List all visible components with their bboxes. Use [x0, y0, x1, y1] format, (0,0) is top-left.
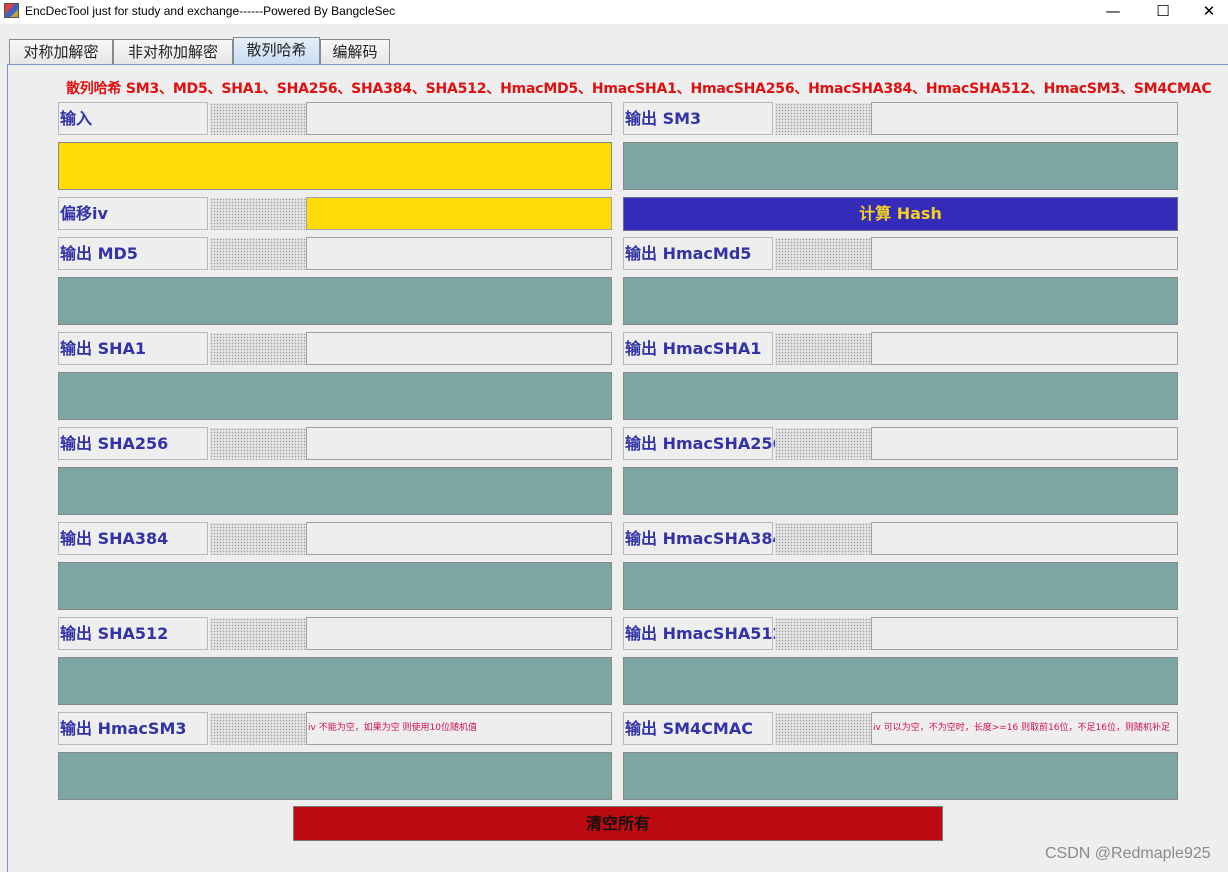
calculate-hash-button[interactable]: 计算 Hash	[623, 197, 1178, 231]
title-bar: EncDecTool just for study and exchange--…	[0, 0, 1228, 24]
sm4cmac-format-selector[interactable]	[775, 713, 871, 745]
hmacsha512-label: 输出 HmacSHA512	[623, 617, 784, 650]
tab-hash[interactable]: 散列哈希	[233, 37, 320, 65]
hmacsha256-output[interactable]	[623, 467, 1178, 515]
hmacsha256-row: 输出 HmacSHA256	[623, 427, 1178, 460]
sha1-format-selector[interactable]	[210, 333, 306, 365]
iv-input[interactable]	[306, 197, 612, 230]
watermark: CSDN @Redmaple925	[1045, 845, 1211, 862]
close-button[interactable]: ✕	[1186, 0, 1228, 24]
hmacmd5-format-selector[interactable]	[775, 238, 871, 270]
hmacsha384-option-field[interactable]	[871, 522, 1178, 555]
sha384-row: 输出 SHA384	[58, 522, 612, 555]
sha384-label: 输出 SHA384	[58, 522, 208, 555]
hmacmd5-label: 输出 HmacMd5	[623, 237, 773, 270]
input-label: 输入	[58, 102, 208, 135]
sm3-option-field[interactable]	[871, 102, 1178, 135]
md5-row: 输出 MD5	[58, 237, 612, 270]
sha256-format-selector[interactable]	[210, 428, 306, 460]
hmacmd5-row: 输出 HmacMd5	[623, 237, 1178, 270]
hmacsha1-format-selector[interactable]	[775, 333, 871, 365]
md5-label: 输出 MD5	[58, 237, 208, 270]
input-textarea[interactable]	[58, 142, 612, 190]
sha384-output[interactable]	[58, 562, 612, 610]
sm3-label: 输出 SM3	[623, 102, 773, 135]
md5-format-selector[interactable]	[210, 238, 306, 270]
iv-row: 偏移iv	[58, 197, 612, 230]
sha256-option-field[interactable]	[306, 427, 612, 460]
sha256-output[interactable]	[58, 467, 612, 515]
sm3-row: 输出 SM3	[623, 102, 1178, 135]
iv-format-selector[interactable]	[210, 198, 306, 230]
hmacsha384-format-selector[interactable]	[775, 523, 871, 555]
clear-all-button[interactable]: 清空所有	[293, 806, 943, 841]
hmacsha512-row: 输出 HmacSHA512	[623, 617, 1178, 650]
sha1-output[interactable]	[58, 372, 612, 420]
hmacsha384-row: 输出 HmacSHA384	[623, 522, 1178, 555]
window-title: EncDecTool just for study and exchange--…	[25, 4, 396, 18]
hmacsha512-option-field[interactable]	[871, 617, 1178, 650]
sha384-format-selector[interactable]	[210, 523, 306, 555]
sha384-option-field[interactable]	[306, 522, 612, 555]
sha512-label: 输出 SHA512	[58, 617, 208, 650]
sha256-row: 输出 SHA256	[58, 427, 612, 460]
hmacsha256-label: 输出 HmacSHA256	[623, 427, 784, 460]
iv-label: 偏移iv	[58, 197, 208, 230]
sha1-row: 输出 SHA1	[58, 332, 612, 365]
hmacsm3-row: 输出 HmacSM3 iv 不能为空，如果为空 则使用10位随机值	[58, 712, 612, 745]
sha512-option-field[interactable]	[306, 617, 612, 650]
hmacsm3-iv-note: iv 不能为空，如果为空 则使用10位随机值	[306, 712, 612, 745]
hmacsha512-format-selector[interactable]	[775, 618, 871, 650]
sm3-output[interactable]	[623, 142, 1178, 190]
sha512-output[interactable]	[58, 657, 612, 705]
hmacmd5-output[interactable]	[623, 277, 1178, 325]
hmacsm3-output[interactable]	[58, 752, 612, 800]
hmacsm3-format-selector[interactable]	[210, 713, 306, 745]
sm3-format-selector[interactable]	[775, 103, 871, 135]
hmacsha1-option-field[interactable]	[871, 332, 1178, 365]
hmacsha384-output[interactable]	[623, 562, 1178, 610]
hmacsha512-output[interactable]	[623, 657, 1178, 705]
minimize-button[interactable]: —	[1090, 0, 1136, 24]
tab-encoding[interactable]: 编解码	[320, 39, 390, 65]
input-format-selector[interactable]	[210, 103, 306, 135]
hmacmd5-option-field[interactable]	[871, 237, 1178, 270]
sha256-label: 输出 SHA256	[58, 427, 208, 460]
maximize-button[interactable]: ☐	[1140, 0, 1186, 24]
app-icon	[4, 3, 19, 18]
md5-option-field[interactable]	[306, 237, 612, 270]
sm4cmac-row: 输出 SM4CMAC iv 可以为空，不为空时，长度>=16 则取前16位，不足…	[623, 712, 1178, 745]
tab-symmetric[interactable]: 对称加解密	[9, 39, 113, 65]
hmacsha1-row: 输出 HmacSHA1	[623, 332, 1178, 365]
hmacsha1-output[interactable]	[623, 372, 1178, 420]
sha1-option-field[interactable]	[306, 332, 612, 365]
sm4cmac-iv-note: iv 可以为空，不为空时，长度>=16 则取前16位，不足16位，则随机补足	[871, 712, 1178, 745]
hmacsha256-format-selector[interactable]	[775, 428, 871, 460]
tab-asymmetric[interactable]: 非对称加解密	[113, 39, 233, 65]
hmacsha256-option-field[interactable]	[871, 427, 1178, 460]
sha1-label: 输出 SHA1	[58, 332, 208, 365]
algorithms-header: 散列哈希 SM3、MD5、SHA1、SHA256、SHA384、SHA512、H…	[66, 81, 1212, 97]
sm4cmac-output[interactable]	[623, 752, 1178, 800]
hmacsm3-label: 输出 HmacSM3	[58, 712, 208, 745]
sha512-row: 输出 SHA512	[58, 617, 612, 650]
sha512-format-selector[interactable]	[210, 618, 306, 650]
md5-output[interactable]	[58, 277, 612, 325]
input-option-field[interactable]	[306, 102, 612, 135]
hmacsha384-label: 输出 HmacSHA384	[623, 522, 784, 555]
sm4cmac-label: 输出 SM4CMAC	[623, 712, 773, 745]
input-row: 输入	[58, 102, 612, 135]
hmacsha1-label: 输出 HmacSHA1	[623, 332, 773, 365]
